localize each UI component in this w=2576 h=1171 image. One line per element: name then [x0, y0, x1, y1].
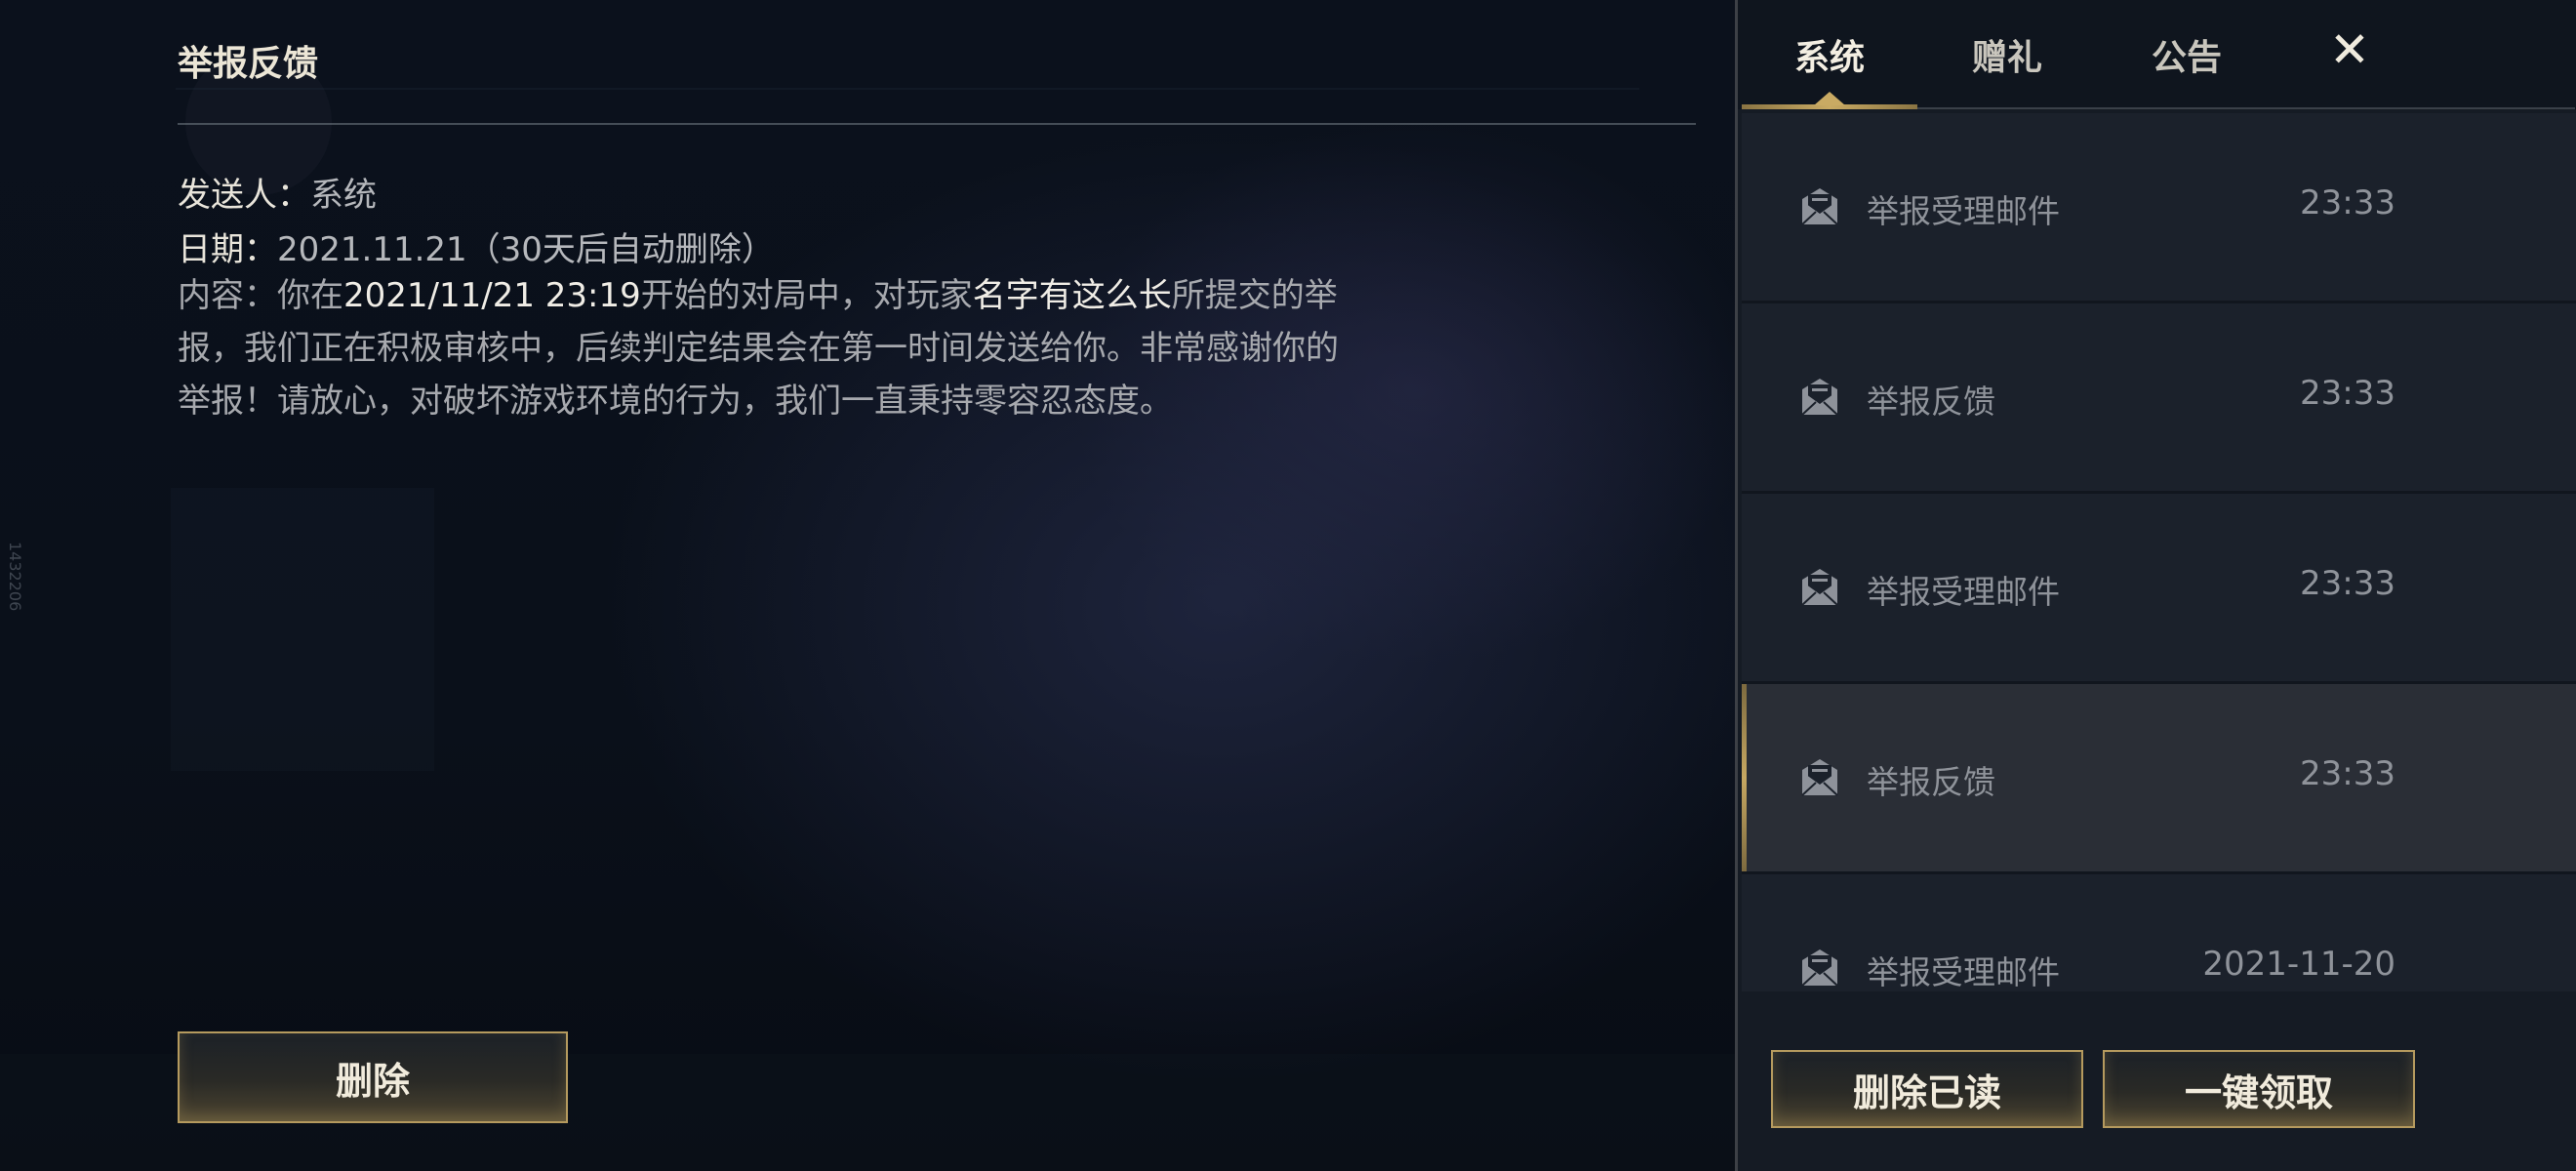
mail-item-title: 举报受理邮件 — [1867, 953, 2060, 991]
mail-list-item[interactable]: 举报受理邮件 23:33 — [1742, 113, 2576, 303]
mail-content: 内容：你在2021/11/21 23:19开始的对局中，对玩家名字有这么长所提交… — [178, 269, 1368, 427]
delete-mail-button[interactable]: 删除 — [178, 1031, 568, 1123]
mail-item-title: 举报受理邮件 — [1867, 573, 2060, 611]
sender-value: 系统 — [310, 176, 377, 215]
content-player-name: 名字有这么长 — [972, 276, 1172, 315]
opened-envelope-icon — [1798, 376, 1841, 419]
opened-envelope-icon — [1798, 185, 1841, 228]
mail-item-title: 举报反馈 — [1867, 763, 1995, 801]
mail-panel: 系统 赠礼 公告 ✕ 举报受理邮件 23:33 举报反馈 23:33 举报受理邮件 23:… — [1735, 0, 2576, 1171]
tab-notice[interactable]: 公告 — [2152, 29, 2222, 80]
mail-title: 举报反馈 — [178, 44, 319, 84]
content-text-1: 你在 — [277, 276, 343, 315]
content-label: 内容： — [178, 276, 277, 315]
opened-envelope-icon — [1798, 756, 1841, 799]
watermark-text: 1432206 — [6, 542, 24, 612]
date-value: 2021.11.21（30天后自动删除） — [277, 230, 775, 269]
title-divider — [178, 123, 1696, 125]
mail-list-item[interactable]: 举报受理邮件 2021-11-20 — [1742, 874, 2576, 991]
mail-screen: 1432206 举报反馈 发送人：系统 日期：2021.11.21（30天后自动… — [0, 0, 2576, 1171]
content-text-2: 开始的对局中，对玩家 — [640, 276, 973, 315]
mail-item-time: 23:33 — [2300, 564, 2395, 603]
tab-system[interactable]: 系统 — [1794, 29, 1865, 80]
mail-item-title: 举报受理邮件 — [1867, 192, 2060, 230]
selected-indicator — [1742, 684, 1747, 871]
mail-item-time: 2021-11-20 — [2202, 945, 2395, 984]
mail-list: 举报受理邮件 23:33 举报反馈 23:33 举报受理邮件 23:33 举报反馈 23:33… — [1742, 113, 2576, 991]
mail-item-time: 23:33 — [2300, 754, 2395, 793]
content-match-time: 2021/11/21 23:19 — [343, 276, 641, 315]
sender-label: 发送人： — [178, 176, 310, 215]
claim-all-button[interactable]: 一键领取 — [2103, 1050, 2415, 1128]
date-label: 日期： — [178, 230, 277, 269]
active-tab-caret-icon — [1814, 92, 1845, 105]
mail-item-time: 23:33 — [2300, 374, 2395, 413]
mail-list-item[interactable]: 举报反馈 23:33 — [1742, 303, 2576, 494]
mail-item-time: 23:33 — [2300, 183, 2395, 222]
mail-item-title: 举报反馈 — [1867, 383, 1995, 421]
date-line: 日期：2021.11.21（30天后自动删除） — [178, 222, 775, 270]
mail-panel-footer: 删除已读 一键领取 — [1738, 995, 2576, 1171]
mail-list-item[interactable]: 举报受理邮件 23:33 — [1742, 494, 2576, 684]
tab-gift[interactable]: 赠礼 — [1972, 29, 2042, 80]
opened-envelope-icon — [1798, 947, 1841, 989]
mail-list-item[interactable]: 举报反馈 23:33 — [1742, 684, 2576, 874]
mail-tabs: 系统 赠礼 公告 ✕ — [1738, 0, 2576, 109]
delete-read-button[interactable]: 删除已读 — [1771, 1050, 2083, 1128]
close-icon[interactable]: ✕ — [2329, 21, 2370, 78]
opened-envelope-icon — [1798, 566, 1841, 609]
sender-line: 发送人：系统 — [178, 168, 377, 216]
mail-detail: 举报反馈 发送人：系统 日期：2021.11.21（30天后自动删除） 内容：你… — [178, 0, 1696, 1171]
